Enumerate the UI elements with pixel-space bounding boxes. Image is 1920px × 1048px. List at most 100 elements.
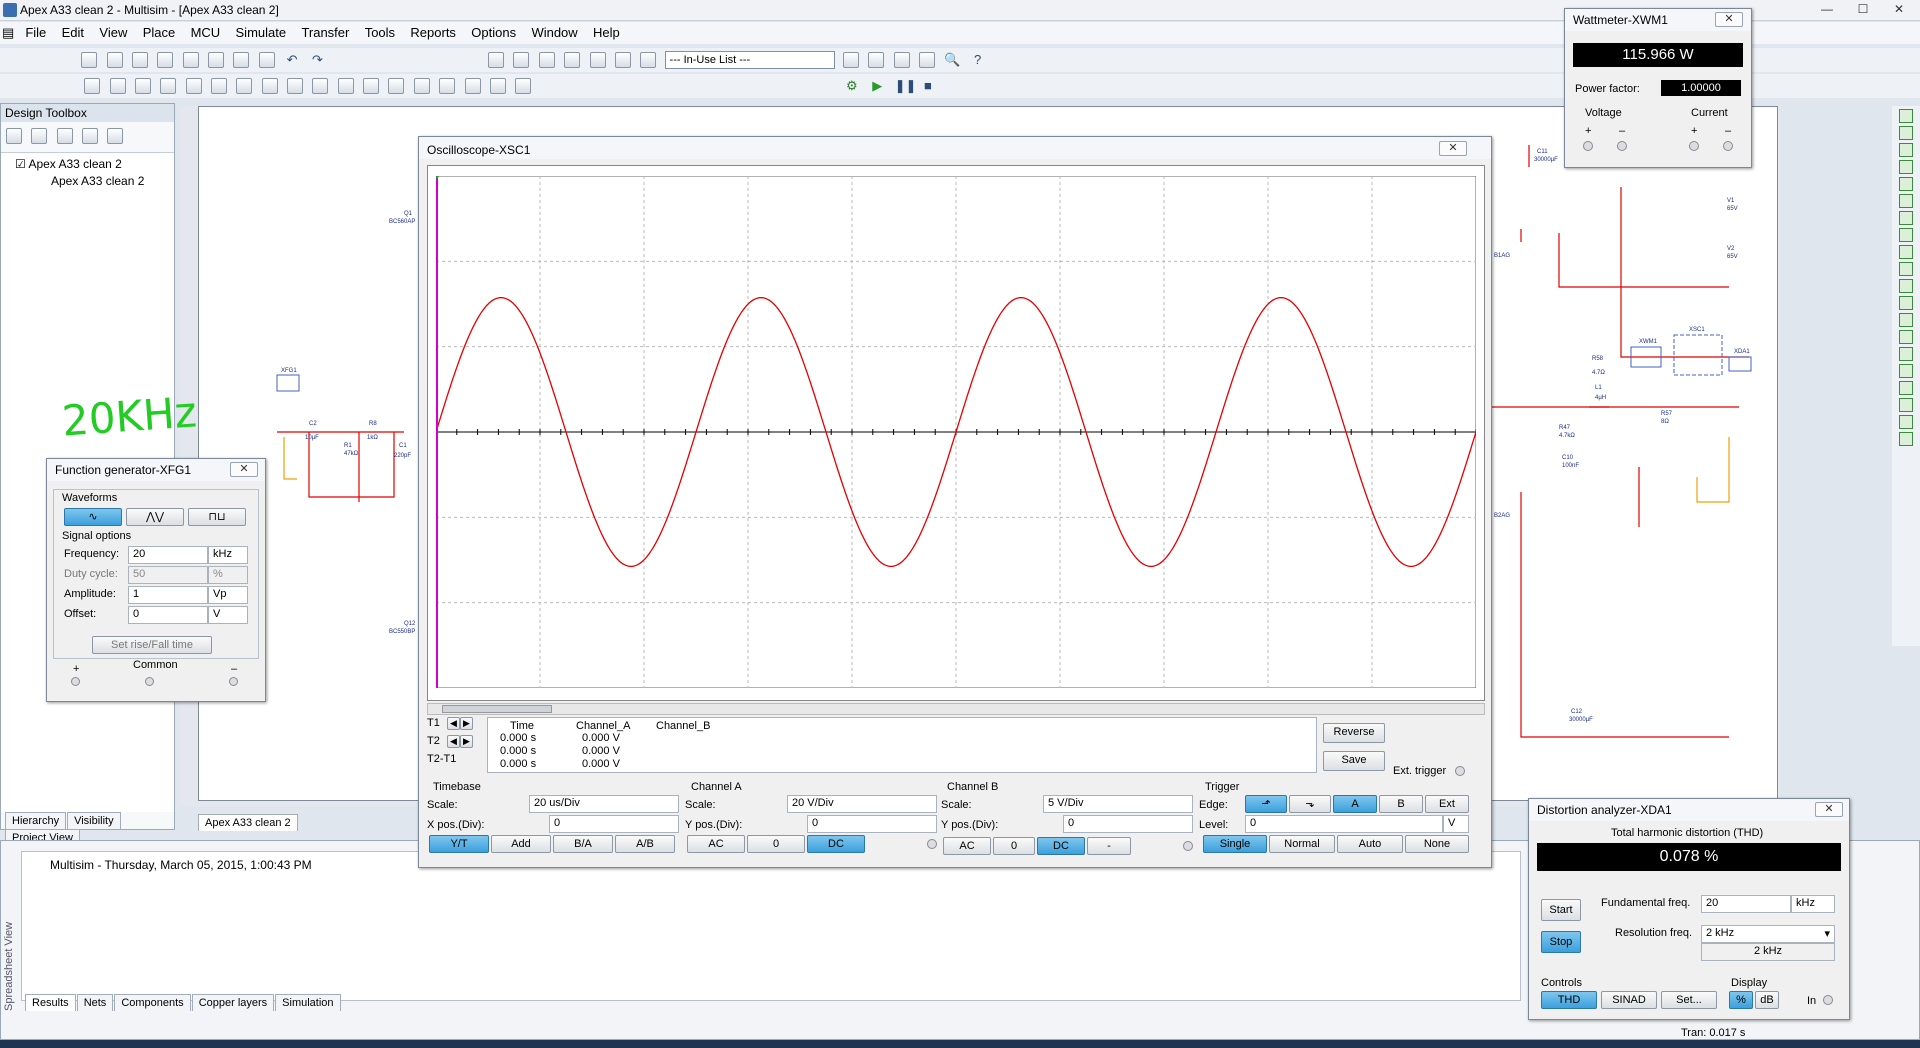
chb-dc-button[interactable]: DC [1037, 837, 1085, 855]
tab-nets[interactable]: Nets [76, 994, 114, 1011]
osc-scrollbar[interactable] [427, 703, 1485, 715]
chb-zero-button[interactable]: 0 [993, 837, 1035, 855]
fg-amplitude-unit[interactable]: Vp [208, 586, 248, 604]
add-button[interactable]: Add [491, 835, 551, 853]
function-gen-icon[interactable] [1899, 126, 1913, 140]
save-button[interactable]: Save [1323, 751, 1385, 771]
fg-duty-unit[interactable]: % [208, 566, 248, 584]
da-db-button[interactable]: dB [1755, 991, 1779, 1009]
da-close-icon[interactable]: ✕ [1815, 802, 1843, 817]
tab-hierarchy[interactable]: Hierarchy [5, 812, 67, 829]
toolbox-open-icon[interactable] [31, 128, 48, 144]
stop-sim-icon[interactable]: ■ [920, 78, 936, 94]
database-icon[interactable] [538, 52, 555, 68]
ba-button[interactable]: B/A [553, 835, 613, 853]
rf-icon[interactable] [439, 78, 456, 94]
t2-left-arrow-icon[interactable]: ◀ [447, 735, 460, 748]
tektronix-icon[interactable] [1899, 398, 1913, 412]
help-icon[interactable]: ? [970, 52, 986, 68]
wm-v-minus-terminal[interactable] [1617, 141, 1627, 151]
analog-icon[interactable] [185, 78, 202, 94]
maximize-icon[interactable]: ☐ [1846, 0, 1880, 18]
hierarchical-block-icon[interactable] [489, 78, 506, 94]
menu-mcu[interactable]: MCU [185, 22, 227, 43]
paste-icon[interactable] [258, 52, 275, 68]
tab-components[interactable]: Components [114, 994, 191, 1011]
open-icon[interactable] [106, 52, 123, 68]
tab-copper-layers[interactable]: Copper layers [191, 994, 275, 1011]
rising-edge-icon[interactable]: ⬏ [1245, 795, 1287, 813]
menu-reports[interactable]: Reports [404, 22, 462, 43]
osc-close-icon[interactable]: ✕ [1439, 141, 1467, 156]
annotate-icon[interactable] [640, 52, 657, 68]
trigger-b-button[interactable]: B [1379, 795, 1423, 813]
toolbox-new-icon[interactable] [6, 128, 22, 144]
da-percent-button[interactable]: % [1729, 991, 1753, 1009]
agilent-mm-icon[interactable] [1899, 364, 1913, 378]
normal-button[interactable]: Normal [1269, 835, 1335, 853]
electromechanical-icon[interactable] [464, 78, 481, 94]
indicator-icon[interactable] [363, 78, 380, 94]
copy-icon[interactable] [233, 52, 250, 68]
transistor-icon[interactable] [160, 78, 177, 94]
osc-screen[interactable] [427, 165, 1485, 701]
chb-minus-button[interactable]: - [1087, 837, 1131, 855]
trigger-ext-button[interactable]: Ext [1425, 795, 1469, 813]
tab-results[interactable]: Results [25, 994, 76, 1011]
toolbox-save-icon[interactable] [56, 128, 73, 144]
wm-v-plus-terminal[interactable] [1583, 141, 1593, 151]
print-preview-icon[interactable] [182, 52, 199, 68]
single-button[interactable]: Single [1203, 835, 1267, 853]
fg-offset-field[interactable]: 0 [128, 606, 208, 624]
menu-window[interactable]: Window [525, 22, 583, 43]
bode-plotter-icon[interactable] [1899, 194, 1913, 208]
fg-close-icon[interactable]: ✕ [230, 462, 258, 477]
four-channel-scope-icon[interactable] [1899, 177, 1913, 191]
advanced-peripherals-icon[interactable] [287, 78, 304, 94]
close-icon[interactable]: ✕ [1882, 0, 1916, 18]
da-res-select[interactable]: 2 kHz ▾ [1701, 925, 1835, 943]
level-field[interactable]: 0 [1245, 815, 1443, 833]
xpos-field[interactable]: 0 [549, 815, 679, 833]
wm-i-minus-terminal[interactable] [1723, 141, 1733, 151]
chb-scale-field[interactable]: 5 V/Div [1043, 795, 1193, 813]
da-fund-unit[interactable]: kHz [1791, 895, 1835, 913]
probe-icon[interactable] [842, 52, 859, 68]
osc-scroll-thumb[interactable] [442, 705, 552, 713]
tree-child[interactable]: Apex A33 clean 2 [1, 171, 174, 188]
cha-terminal[interactable] [927, 839, 937, 849]
menu-tools[interactable]: Tools [359, 22, 401, 43]
menu-simulate[interactable]: Simulate [230, 22, 293, 43]
menu-view[interactable]: View [93, 22, 133, 43]
misc-icon[interactable] [413, 78, 430, 94]
ab-button[interactable]: A/B [615, 835, 675, 853]
tree-root[interactable]: ☑ Apex A33 clean 2 [1, 153, 174, 171]
yt-button[interactable]: Y/T [429, 835, 489, 853]
current-probe-icon[interactable] [1899, 432, 1913, 446]
interactive-icon[interactable]: ⚙ [844, 78, 860, 94]
level-unit[interactable]: V [1443, 815, 1469, 833]
new-icon[interactable] [81, 52, 98, 68]
back-annotate-icon[interactable] [868, 52, 885, 68]
mixed-icon[interactable] [337, 78, 354, 94]
oscilloscope-icon[interactable] [1899, 160, 1913, 174]
cha-ypos-field[interactable]: 0 [807, 815, 937, 833]
ext-trigger-terminal[interactable] [1455, 766, 1465, 776]
agilent-fg-icon[interactable] [1899, 347, 1913, 361]
chb-terminal[interactable] [1183, 841, 1193, 851]
cha-scale-field[interactable]: 20 V/Div [787, 795, 937, 813]
transfer-icon[interactable] [893, 52, 910, 68]
reverse-button[interactable]: Reverse [1323, 723, 1385, 743]
menu-place[interactable]: Place [137, 22, 182, 43]
component-wizard-icon[interactable] [564, 52, 581, 68]
da-fund-field[interactable]: 20 [1701, 895, 1791, 913]
logic-analyzer-icon[interactable] [1899, 262, 1913, 276]
tab-simulation[interactable]: Simulation [275, 994, 341, 1011]
in-use-list-select[interactable]: --- In-Use List --- [664, 51, 835, 69]
t1-left-arrow-icon[interactable]: ◀ [447, 717, 460, 730]
basic-icon[interactable] [109, 78, 126, 94]
da-in-terminal[interactable] [1823, 995, 1833, 1005]
diode-icon[interactable] [135, 78, 152, 94]
menu-transfer[interactable]: Transfer [295, 22, 355, 43]
square-wave-button[interactable]: ⊓⊔ [188, 508, 246, 526]
